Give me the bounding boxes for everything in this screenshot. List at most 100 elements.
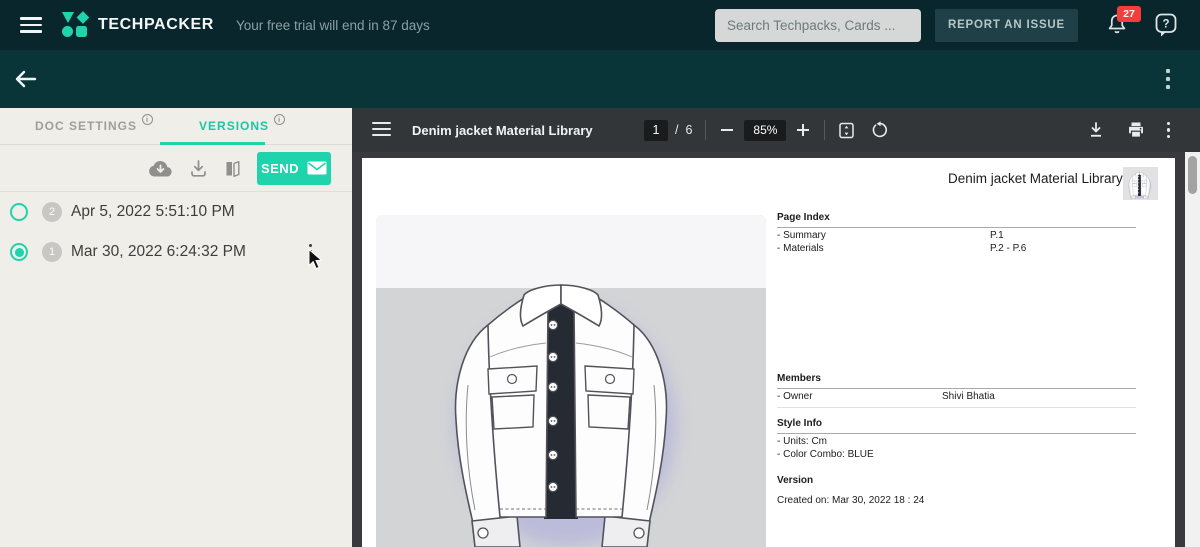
row-label: - Materials xyxy=(777,243,824,254)
trial-notice: Your free trial will end in 87 days xyxy=(236,18,430,33)
version-actions-row: SEND xyxy=(0,145,352,192)
section-heading: Style Info xyxy=(777,418,1136,434)
version-date: Apr 5, 2022 5:51:10 PM xyxy=(71,203,235,221)
techpacker-logo[interactable]: TECHPACKER xyxy=(62,12,214,38)
back-arrow-icon xyxy=(13,67,39,91)
tab-versions-label: VERSIONS xyxy=(199,119,269,133)
page-number-input[interactable]: 1 xyxy=(644,120,668,141)
svg-text:?: ? xyxy=(1162,19,1169,31)
version-list: 2 Apr 5, 2022 5:51:10 PM 1 Mar 30, 2022 … xyxy=(0,192,352,272)
version-number-badge: 1 xyxy=(42,242,62,262)
top-header: TECHPACKER Your free trial will end in 8… xyxy=(0,0,1200,50)
denim-jacket-drawing xyxy=(376,215,766,547)
pdf-title: Denim jacket Material Library xyxy=(412,123,593,138)
version-radio[interactable] xyxy=(10,203,28,221)
envelope-icon xyxy=(307,161,327,175)
section-row: - Materials P.2 - P.6 xyxy=(777,243,1136,256)
version-created-text: Created on: Mar 30, 2022 18 : 24 xyxy=(777,495,1136,508)
row-value: Shivi Bhatia xyxy=(942,391,995,404)
compare-doc-icon xyxy=(223,159,242,178)
cloud-download-icon xyxy=(147,159,174,178)
send-button-label: SEND xyxy=(261,161,299,176)
report-issue-button[interactable]: REPORT AN ISSUE xyxy=(935,9,1078,42)
page-divider: / xyxy=(675,123,678,137)
pdf-page-controls: 1 / 6 85% xyxy=(644,108,889,152)
page-total: 6 xyxy=(685,123,692,137)
rotate-button[interactable] xyxy=(871,121,889,139)
row-label: - Color Combo: BLUE xyxy=(777,449,874,460)
doc-options-kebab[interactable] xyxy=(1166,69,1170,89)
back-button[interactable] xyxy=(13,67,39,96)
pdf-scrollbar[interactable] xyxy=(1185,152,1200,547)
rotate-icon xyxy=(871,121,889,139)
logo-text: TECHPACKER xyxy=(98,16,214,34)
zoom-out-button[interactable] xyxy=(719,122,735,138)
section-row: - Owner Shivi Bhatia xyxy=(777,391,1136,408)
notification-count-badge: 27 xyxy=(1117,6,1141,22)
toolbar-divider xyxy=(705,120,706,140)
section-row: - Color Combo: BLUE xyxy=(777,449,1136,462)
help-button[interactable]: ? xyxy=(1154,12,1178,38)
download-icon xyxy=(189,159,208,178)
pdf-print-button[interactable] xyxy=(1127,121,1145,139)
pdf-viewer: Denim jacket Material Library 1 / 6 85% xyxy=(352,108,1200,547)
tab-doc-settings[interactable]: DOC SETTINGS i xyxy=(35,119,153,133)
info-icon[interactable]: i xyxy=(142,114,153,125)
versions-panel: DOC SETTINGS i VERSIONS i xyxy=(0,108,352,547)
tab-doc-settings-label: DOC SETTINGS xyxy=(35,119,137,133)
active-tab-underline xyxy=(160,142,265,145)
menu-icon[interactable] xyxy=(20,17,42,33)
zoom-level: 85% xyxy=(744,120,786,141)
help-icon: ? xyxy=(1154,12,1178,38)
zoom-in-button[interactable] xyxy=(795,122,811,138)
scrollbar-thumb[interactable] xyxy=(1188,156,1197,194)
compare-versions-button[interactable] xyxy=(223,159,242,178)
search-input[interactable] xyxy=(715,9,921,42)
document-title: Denim jacket Material Library xyxy=(948,171,1123,186)
version-radio-selected[interactable] xyxy=(10,243,28,261)
row-label: - Summary xyxy=(777,230,826,241)
pdf-menu-icon[interactable] xyxy=(372,122,391,136)
row-label: - Units: Cm xyxy=(777,436,827,447)
fit-page-icon xyxy=(838,122,855,139)
version-row[interactable]: 2 Apr 5, 2022 5:51:10 PM xyxy=(0,192,352,232)
section-style-info: Style Info - Units: Cm - Color Combo: BL… xyxy=(777,418,1136,461)
section-heading: Version xyxy=(777,475,1136,490)
pdf-download-icon xyxy=(1087,121,1105,139)
pdf-toolbar-right xyxy=(1087,108,1171,152)
section-page-index: Page Index - Summary P.1 - Materials P.2… xyxy=(777,212,1136,255)
tab-versions[interactable]: VERSIONS i xyxy=(199,119,285,133)
pdf-toolbar: Denim jacket Material Library 1 / 6 85% xyxy=(352,108,1200,152)
version-number-badge: 2 xyxy=(42,202,62,222)
info-icon[interactable]: i xyxy=(274,114,285,125)
section-heading: Page Index xyxy=(777,212,1136,228)
send-button[interactable]: SEND xyxy=(257,152,331,185)
print-icon xyxy=(1127,121,1145,139)
row-value: P.2 - P.6 xyxy=(990,243,1026,256)
version-date: Mar 30, 2022 6:24:32 PM xyxy=(71,243,246,261)
section-heading: Members xyxy=(777,373,1136,389)
row-value: P.1 xyxy=(990,230,1004,243)
pdf-page: Denim jacket Material Library Page Index… xyxy=(362,158,1175,547)
version-options-kebab[interactable] xyxy=(309,244,312,258)
version-row[interactable]: 1 Mar 30, 2022 6:24:32 PM xyxy=(0,232,352,272)
row-label: - Owner xyxy=(777,391,813,402)
logo-mark-icon xyxy=(62,12,88,38)
section-members: Members - Owner Shivi Bhatia xyxy=(777,373,1136,408)
toolbar-divider xyxy=(824,120,825,140)
fit-to-page-button[interactable] xyxy=(838,122,855,139)
pdf-canvas: Denim jacket Material Library Page Index… xyxy=(352,152,1200,547)
pdf-more-options-kebab[interactable] xyxy=(1167,122,1171,139)
panel-tabs: DOC SETTINGS i VERSIONS i xyxy=(0,108,352,145)
download-pdf-button[interactable] xyxy=(189,159,208,178)
section-row: - Summary P.1 xyxy=(777,230,1136,243)
garment-artwork xyxy=(376,215,766,547)
cloud-download-button[interactable] xyxy=(147,159,174,178)
app-root: TECHPACKER Your free trial will end in 8… xyxy=(0,0,1200,547)
notifications-button[interactable]: 27 xyxy=(1106,12,1130,38)
doc-subheader xyxy=(0,50,1200,108)
section-version: Version Created on: Mar 30, 2022 18 : 24 xyxy=(777,475,1136,508)
pdf-download-button[interactable] xyxy=(1087,121,1105,139)
document-thumbnail xyxy=(1123,167,1158,200)
section-row: - Units: Cm xyxy=(777,436,1136,449)
